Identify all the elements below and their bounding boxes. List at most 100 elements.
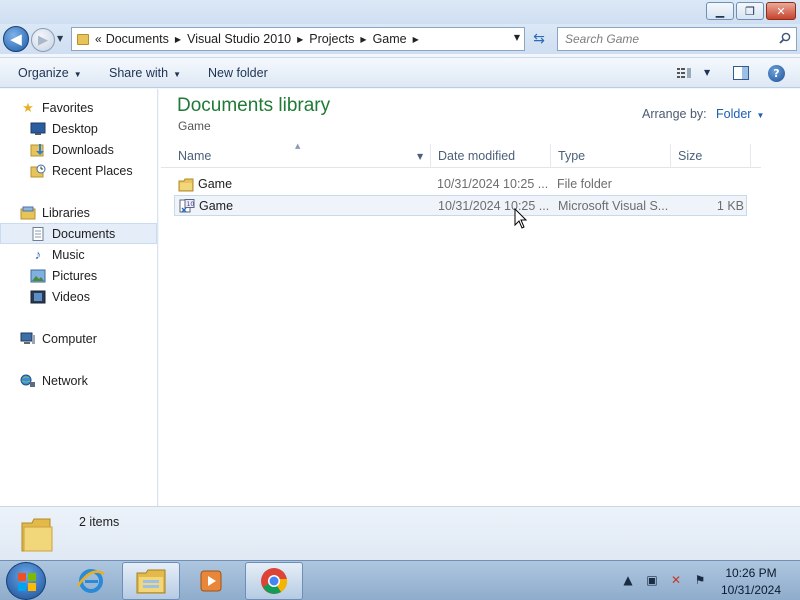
table-row[interactable]: Game 10/31/2024 10:25 ... File folder xyxy=(174,174,747,195)
folder-icon xyxy=(77,33,89,45)
system-clock[interactable]: 10:26 PM 10/31/2024 xyxy=(714,565,788,599)
column-label: Name xyxy=(178,149,212,163)
breadcrumb-visual-studio[interactable]: Visual Studio 2010 xyxy=(187,32,291,46)
preview-pane-button[interactable] xyxy=(733,66,749,80)
taskbar-windows-explorer[interactable] xyxy=(122,562,180,600)
organize-button[interactable]: Organize ▼ xyxy=(18,66,82,80)
title-bar[interactable]: ▁ ❐ ✕ xyxy=(0,0,800,24)
new-folder-button[interactable]: New folder xyxy=(208,66,268,80)
view-options-icon[interactable] xyxy=(677,67,693,79)
sidebar-item-desktop[interactable]: Desktop xyxy=(0,118,157,139)
recent-pages-dropdown-icon[interactable]: ▼ xyxy=(57,34,63,43)
chevron-right-icon[interactable]: ▶ xyxy=(175,35,181,44)
sidebar-item-recent-places[interactable]: Recent Places xyxy=(0,160,157,181)
breadcrumb-overflow[interactable]: « xyxy=(95,32,102,46)
sidebar-item-computer[interactable]: Computer xyxy=(0,328,157,349)
sidebar-item-favorites[interactable]: ★ Favorites xyxy=(0,97,157,118)
sidebar-label: Computer xyxy=(42,331,97,346)
library-subtitle: Game xyxy=(178,119,211,133)
sidebar-item-pictures[interactable]: Pictures xyxy=(0,265,157,286)
back-button[interactable]: ◀ xyxy=(3,26,29,52)
show-hidden-icons-icon[interactable]: ▲ xyxy=(620,573,636,587)
libraries-icon xyxy=(20,206,36,219)
view-options-dropdown-icon[interactable]: ▼ xyxy=(704,68,710,77)
column-filter-dropdown-icon[interactable]: ▼ xyxy=(417,152,423,161)
column-header-size[interactable]: Size xyxy=(671,144,751,168)
maximize-button[interactable]: ❐ xyxy=(736,2,764,20)
navigation-bar: ◀ ▶ ▼ « Documents ▶ Visual Studio 2010 ▶… xyxy=(0,24,800,54)
chevron-down-icon: ▼ xyxy=(756,111,765,120)
videos-icon xyxy=(30,290,46,303)
sidebar-item-libraries[interactable]: Libraries xyxy=(0,202,157,223)
sidebar-item-videos[interactable]: Videos xyxy=(0,286,157,307)
refresh-button[interactable]: ⇆ xyxy=(528,27,550,51)
sidebar-item-downloads[interactable]: Downloads xyxy=(0,139,157,160)
column-header-date-modified[interactable]: Date modified xyxy=(431,144,551,168)
file-date-modified: 10/31/2024 10:25 ... xyxy=(437,177,549,191)
help-button[interactable]: ? xyxy=(768,65,785,82)
file-date-modified: 10/31/2024 10:25 ... xyxy=(438,199,550,213)
folder-icon xyxy=(21,518,53,552)
search-input[interactable] xyxy=(565,32,775,46)
forward-arrow-icon: ▶ xyxy=(38,32,48,48)
mouse-cursor-icon xyxy=(514,208,528,229)
breadcrumb-projects[interactable]: Projects xyxy=(309,32,354,46)
maximize-icon: ❐ xyxy=(745,4,755,18)
arrange-by-value: Folder xyxy=(716,107,752,121)
share-with-label: Share with xyxy=(109,66,169,80)
column-header-type[interactable]: Type xyxy=(551,144,671,168)
table-row[interactable]: 10 Game 10/31/2024 10:25 ... Microsoft V… xyxy=(174,195,747,216)
sidebar-label: Videos xyxy=(52,289,90,304)
page-title: Documents library xyxy=(177,95,331,116)
file-name: Game xyxy=(198,177,233,191)
desktop-icon xyxy=(30,122,46,135)
star-icon: ★ xyxy=(22,99,34,115)
search-icon[interactable] xyxy=(779,32,791,44)
address-bar[interactable]: « Documents ▶ Visual Studio 2010 ▶ Proje… xyxy=(71,27,525,51)
address-dropdown-icon[interactable]: ▼ xyxy=(514,33,520,42)
share-with-button[interactable]: Share with ▼ xyxy=(109,66,181,80)
arrange-by-label: Arrange by: xyxy=(642,107,707,121)
sidebar-label: Network xyxy=(42,373,88,388)
clock-date: 10/31/2024 xyxy=(720,583,782,597)
start-button[interactable] xyxy=(6,562,46,600)
chevron-right-icon[interactable]: ▶ xyxy=(413,35,419,44)
taskbar-internet-explorer[interactable] xyxy=(62,562,120,600)
minimize-icon: ▁ xyxy=(715,4,725,18)
windows-logo-icon xyxy=(18,573,36,591)
taskbar-media-player[interactable] xyxy=(182,562,240,600)
close-button[interactable]: ✕ xyxy=(766,2,796,20)
organize-label: Organize xyxy=(18,66,69,80)
chevron-right-icon[interactable]: ▶ xyxy=(297,35,303,44)
sidebar-label: Libraries xyxy=(42,205,90,220)
media-player-icon xyxy=(200,570,222,592)
close-icon: ✕ xyxy=(776,4,786,18)
arrange-by-dropdown[interactable]: Folder ▼ xyxy=(716,107,764,121)
forward-button[interactable]: ▶ xyxy=(31,28,55,52)
chevron-right-icon[interactable]: ▶ xyxy=(360,35,366,44)
network-icon xyxy=(20,374,35,387)
network-status-icon[interactable]: ▣ xyxy=(644,573,660,587)
sidebar-item-documents[interactable]: Documents xyxy=(0,223,157,244)
sidebar-label: Pictures xyxy=(52,268,98,283)
search-box[interactable] xyxy=(557,27,797,51)
column-label: Size xyxy=(678,149,703,163)
minimize-button[interactable]: ▁ xyxy=(706,2,734,20)
action-center-flag-icon[interactable]: ⚑ xyxy=(692,573,708,587)
navigation-pane: ★ Favorites Desktop Downloads Recent Plac… xyxy=(0,89,158,506)
chevron-down-icon: ▼ xyxy=(173,70,181,79)
internet-explorer-icon xyxy=(76,569,105,593)
chrome-icon xyxy=(261,568,288,594)
volume-muted-icon[interactable]: ✕ xyxy=(668,573,684,587)
sidebar-item-network[interactable]: Network xyxy=(0,370,157,391)
recent-places-icon xyxy=(30,164,46,177)
breadcrumb-documents[interactable]: Documents xyxy=(106,32,169,46)
taskbar: ▲ ▣ ✕ ⚑ 10:26 PM 10/31/2024 xyxy=(0,560,800,600)
documents-icon xyxy=(32,226,44,241)
sidebar-item-music[interactable]: ♪ Music xyxy=(0,244,157,265)
system-tray: ▲ ▣ ✕ ⚑ xyxy=(620,573,708,587)
taskbar-chrome[interactable] xyxy=(245,562,303,600)
breadcrumb-game[interactable]: Game xyxy=(373,32,407,46)
column-header-name[interactable]: Name xyxy=(171,144,431,168)
file-name: Game xyxy=(199,199,234,213)
